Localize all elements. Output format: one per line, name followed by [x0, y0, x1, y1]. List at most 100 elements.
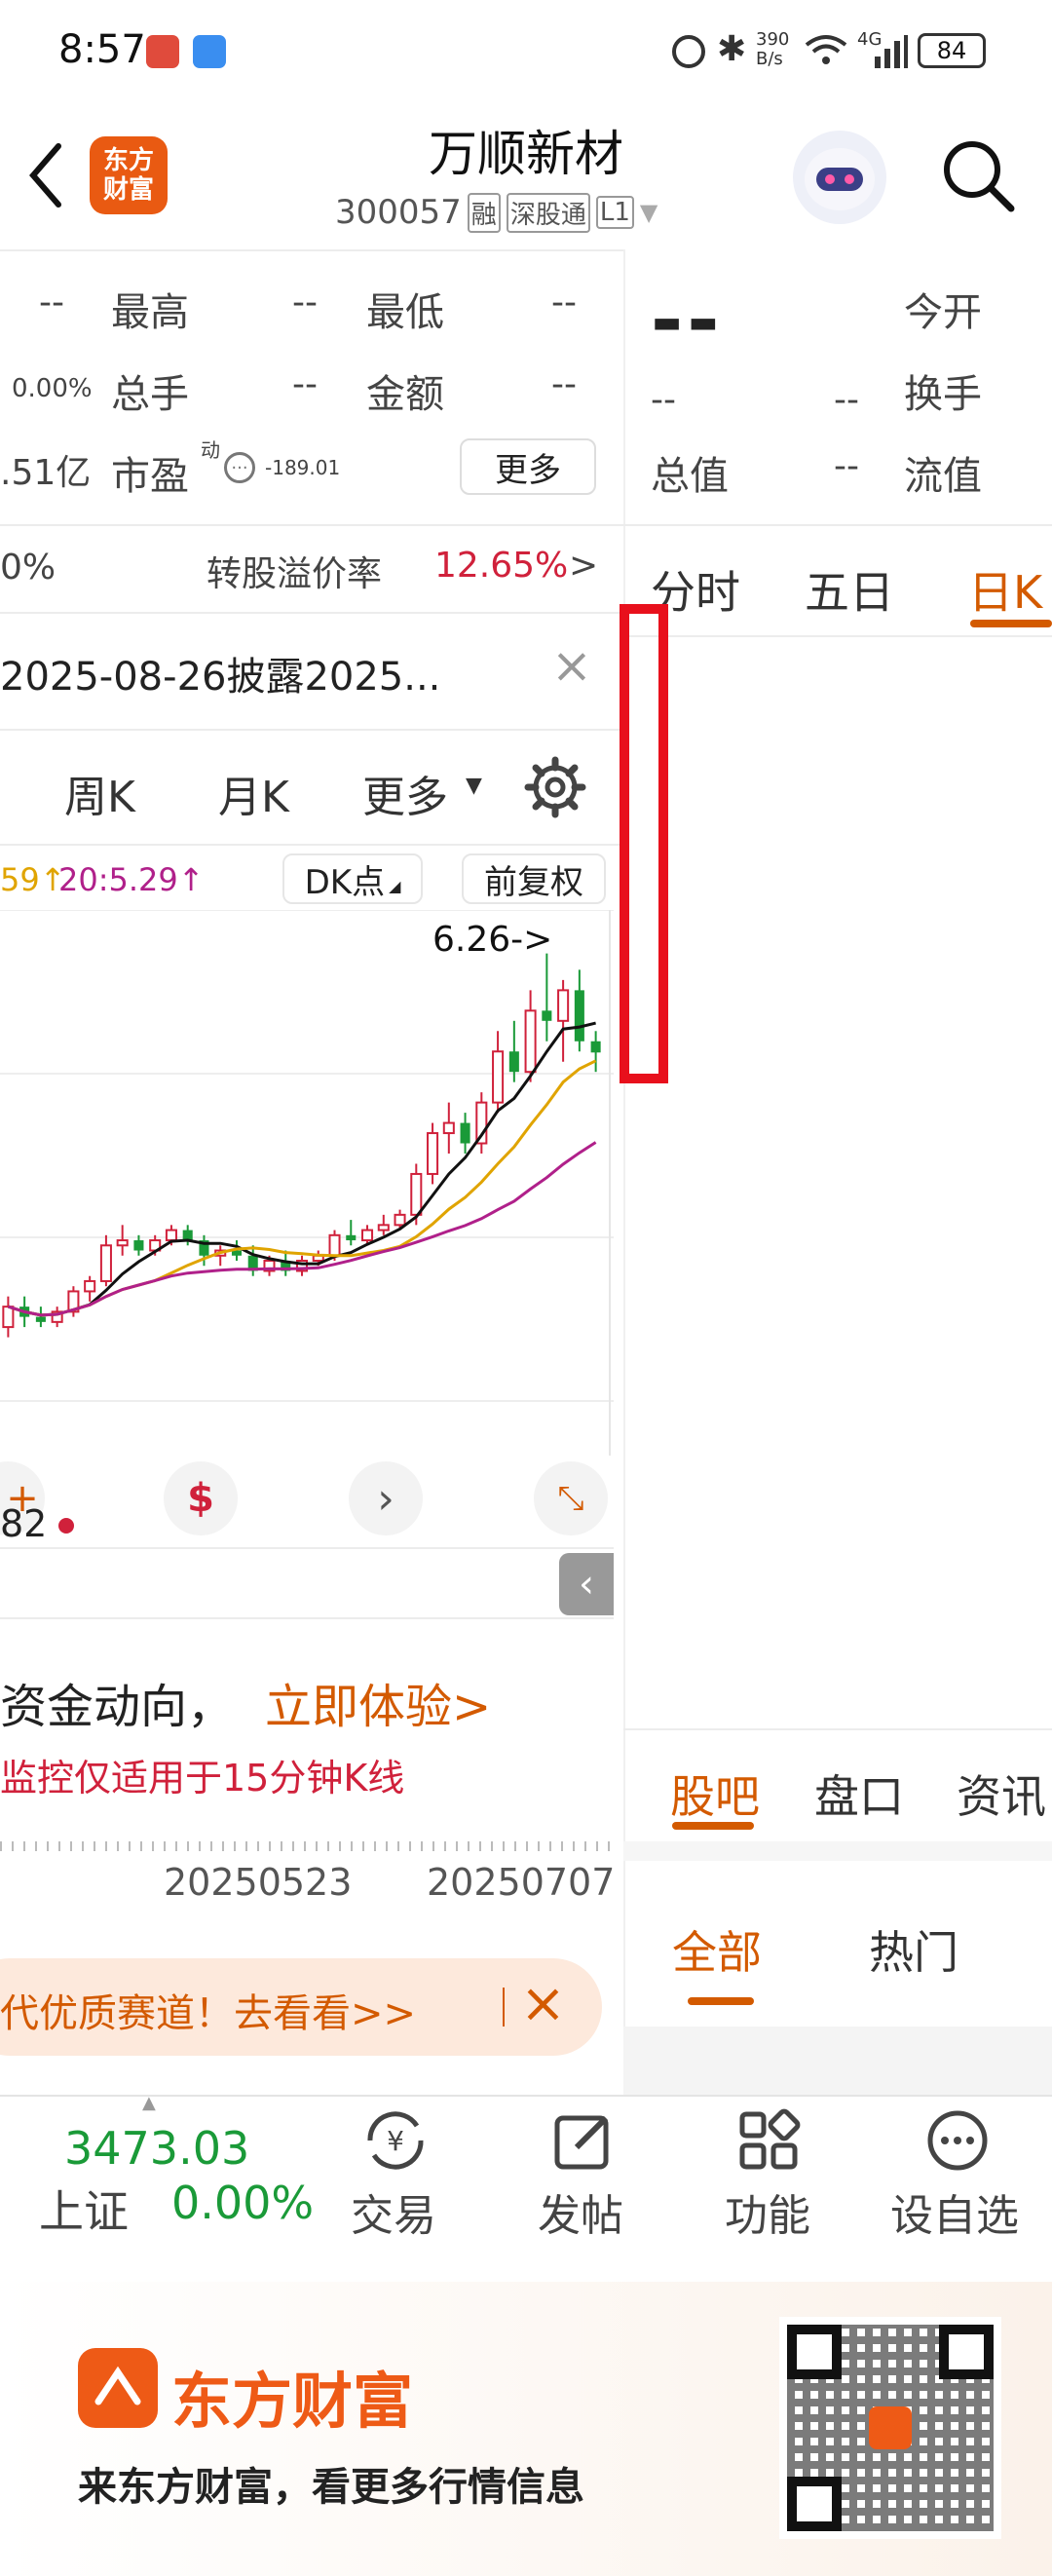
tab-guba[interactable]: 股吧: [670, 1762, 760, 1826]
chart-left-number: 82: [0, 1502, 48, 1545]
pe-info-icon[interactable]: ···: [224, 452, 255, 483]
add-watchlist-icon[interactable]: [925, 2108, 990, 2173]
banner-divider: [503, 1988, 505, 2027]
candle-body: [99, 1244, 112, 1282]
red-dot-indicator: [58, 1518, 74, 1534]
ma10-line: [7, 1059, 597, 1317]
candle-body: [524, 1009, 537, 1074]
candle-body: [442, 1121, 455, 1135]
nav-post[interactable]: 发帖: [538, 2180, 623, 2243]
subtab-bg: [623, 1841, 1052, 1861]
tab-week-k[interactable]: 周K: [64, 762, 135, 824]
candle-body: [574, 990, 584, 1042]
tag-rong: 融: [467, 192, 501, 233]
conv-left: 0%: [0, 548, 56, 587]
kline-svg: [0, 909, 614, 1456]
function-icon[interactable]: [736, 2108, 801, 2173]
wifi-icon: [805, 33, 847, 66]
candle-body: [231, 1250, 242, 1256]
index-pct: 0.00%: [171, 2177, 315, 2229]
promo-prefix: 资金动向，: [0, 1680, 235, 1734]
level-dropdown-icon[interactable]: ▼: [640, 199, 658, 226]
qr-corner-tr: [939, 2325, 994, 2379]
notification-icon: [146, 35, 179, 68]
search-icon[interactable]: [937, 134, 1019, 216]
total-value-label: 总值: [651, 454, 729, 499]
tag-level[interactable]: L1: [595, 196, 634, 229]
total-value: --: [834, 446, 859, 486]
notice-close-icon[interactable]: ×: [551, 637, 592, 694]
candle-body: [508, 1051, 519, 1073]
qr-corner-bl: [787, 2477, 842, 2531]
post-icon[interactable]: [551, 2108, 616, 2173]
subtab-all[interactable]: 全部: [672, 1917, 762, 1982]
weather-icon: [193, 35, 226, 68]
tab-five-day[interactable]: 五日: [805, 557, 894, 622]
right-bottom-gray: [623, 2027, 1052, 2095]
dk-point-label: DK点: [304, 862, 386, 902]
trade-icon[interactable]: ¥: [360, 2108, 431, 2173]
promo-cta[interactable]: 立即体验>: [265, 1668, 491, 1736]
amount-label: 金额: [366, 372, 444, 417]
tab-month-k[interactable]: 月K: [218, 762, 289, 824]
tab-news[interactable]: 资讯: [957, 1762, 1046, 1826]
candle-body: [377, 1224, 390, 1231]
qr-center-logo: [869, 2406, 912, 2449]
tag-shenguotong: 深股通: [506, 192, 590, 233]
candle-body: [492, 1050, 505, 1104]
tab-day-k-underline: [970, 620, 1052, 627]
ma-legend-1: 59↑: [0, 861, 66, 898]
candle-body: [394, 1213, 406, 1227]
ma20-line: [7, 1141, 597, 1317]
qr-corner-tl: [787, 2325, 842, 2379]
dk-point-button[interactable]: DK点 ◢: [282, 853, 423, 904]
left-cap: .51亿: [0, 453, 92, 493]
peak-label: 6.26->: [432, 920, 553, 960]
collapse-panel-button[interactable]: ‹: [559, 1553, 614, 1615]
chart-settings-gear-icon[interactable]: [524, 756, 586, 818]
candle-body: [361, 1229, 374, 1242]
conv-arrow[interactable]: >: [569, 546, 598, 586]
more-label: 更多: [495, 450, 561, 490]
qr-code[interactable]: [779, 2317, 1001, 2539]
nav-trade[interactable]: 交易: [351, 2180, 436, 2243]
promo-note: 监控仅适用于15分钟K线: [0, 1757, 405, 1799]
chart-next-button[interactable]: ›: [349, 1461, 423, 1535]
chart-expand-button[interactable]: ⤡: [534, 1461, 608, 1535]
tab-day-k[interactable]: 日K: [968, 557, 1042, 622]
subtab-hot[interactable]: 热门: [869, 1917, 958, 1982]
candle-body: [35, 1316, 46, 1322]
price-sub-2: --: [834, 380, 859, 420]
tab-more[interactable]: 更多: [362, 762, 448, 824]
candle-body: [460, 1122, 470, 1144]
tab-pankou[interactable]: 盘口: [814, 1762, 904, 1826]
adjust-button[interactable]: 前复权: [462, 853, 606, 904]
stock-title: 万顺新材: [429, 126, 623, 182]
turnover-label: 换手: [904, 372, 982, 417]
candle-body: [346, 1234, 357, 1241]
low-label: 最低: [366, 290, 444, 335]
nav-function[interactable]: 功能: [725, 2180, 810, 2243]
robot-assistant-avatar[interactable]: [793, 131, 886, 224]
index-value[interactable]: 3473.03: [64, 2122, 249, 2175]
banner-text: 代优质赛道！去看看>>: [0, 1991, 417, 2036]
tab-more-caret-icon[interactable]: ▼: [466, 774, 482, 798]
notice-text[interactable]: 2025-08-26披露2025...: [0, 645, 440, 701]
more-button[interactable]: 更多: [460, 438, 596, 495]
battery-level: 84: [936, 37, 967, 64]
kline-chart[interactable]: [0, 909, 614, 1456]
ma-legend-2: 20:5.29↑: [58, 861, 205, 898]
conv-label: 转股溢价率: [207, 554, 383, 594]
date-axis-ticks: [0, 1841, 614, 1851]
banner-close-icon[interactable]: ×: [520, 1972, 566, 2035]
promo-banner[interactable]: 代优质赛道！去看看>> ×: [0, 1958, 602, 2056]
stock-meta: 300057 融 深股通 L1 ▼: [335, 191, 658, 234]
nav-add-watchlist[interactable]: 设自选: [890, 2180, 1019, 2243]
volume-value: --: [292, 364, 318, 404]
alarm-icon: [672, 35, 705, 68]
stock-code: 300057: [335, 193, 462, 232]
dk-corner-icon: ◢: [389, 876, 401, 895]
chart-s-button[interactable]: $: [164, 1461, 238, 1535]
candle-body: [182, 1230, 193, 1241]
chevron-left-icon: ‹: [579, 1562, 594, 1607]
